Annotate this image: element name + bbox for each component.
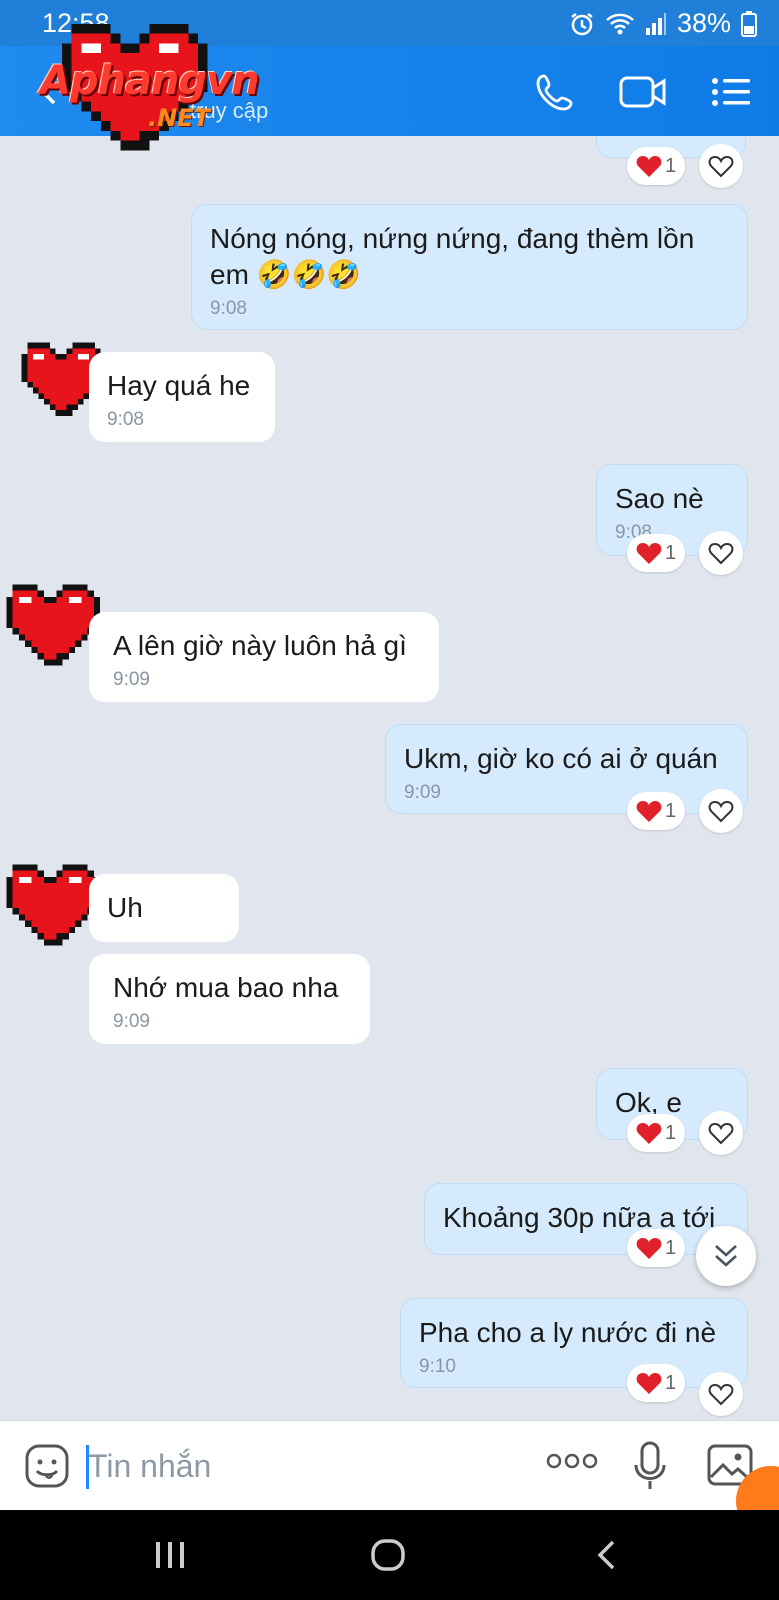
watermark-suffix: .NET	[148, 104, 210, 132]
message-text: A lên giờ này luôn hả gì	[113, 630, 407, 661]
reaction-count[interactable]: 1	[627, 792, 685, 830]
status-icons: 38%	[569, 8, 757, 39]
react-button[interactable]	[699, 1111, 743, 1155]
battery-percent: 38%	[676, 8, 731, 38]
contact-avatar[interactable]	[0, 584, 100, 672]
menu-button[interactable]	[707, 70, 755, 114]
message-composer	[0, 1420, 779, 1510]
video-camera-icon	[619, 76, 666, 108]
microphone-icon[interactable]	[632, 1441, 668, 1491]
react-button[interactable]	[699, 789, 743, 833]
reaction-count[interactable]: 1	[627, 147, 685, 185]
contact-avatar[interactable]	[0, 864, 100, 952]
heart-reaction-icon	[636, 156, 662, 177]
message-bubble-outgoing[interactable]: Nóng nóng, nứng nứng, đang thèm lồn em 🤣…	[191, 204, 748, 330]
message-time: 9:09	[113, 669, 150, 690]
recent-apps-icon	[156, 1542, 184, 1568]
heart-reaction-icon	[636, 1123, 662, 1144]
heart-reaction-icon	[636, 543, 662, 564]
list-menu-icon	[712, 78, 750, 106]
heart-outline-icon	[708, 155, 734, 178]
message-text: Pha cho a ly nước đi nè	[419, 1317, 717, 1348]
system-nav-bar	[0, 1510, 779, 1600]
message-time: 9:08	[107, 409, 144, 430]
heart-reaction-icon	[636, 1238, 662, 1259]
message-text: Sao nè	[615, 483, 704, 514]
home-button[interactable]	[358, 1532, 418, 1578]
message-bubble-incoming[interactable]: Hay quá he 9:08	[89, 352, 275, 442]
reaction-count[interactable]: 1	[627, 534, 685, 572]
reaction-count[interactable]: 1	[627, 1229, 685, 1267]
reaction-count[interactable]: 1	[627, 1114, 685, 1152]
voice-call-button[interactable]	[531, 70, 579, 114]
signal-icon	[645, 12, 666, 35]
message-time: 9:09	[113, 1011, 150, 1032]
double-chevron-down-icon	[715, 1245, 737, 1267]
scroll-to-bottom-button[interactable]	[696, 1226, 756, 1286]
recent-apps-button[interactable]	[140, 1532, 200, 1578]
heart-outline-icon	[708, 542, 734, 565]
message-bubble-incoming[interactable]: Uh	[89, 874, 239, 942]
sticker-emoji-icon[interactable]	[24, 1443, 70, 1489]
message-text: Uh	[107, 892, 143, 923]
react-button[interactable]	[699, 1372, 743, 1416]
alarm-icon	[571, 12, 593, 35]
react-button[interactable]	[699, 531, 743, 575]
watermark-text: Aphangvn	[40, 58, 260, 104]
heart-reaction-icon	[636, 1373, 662, 1394]
video-call-button[interactable]	[619, 70, 667, 114]
react-button[interactable]	[699, 144, 743, 188]
heart-outline-icon	[708, 1383, 734, 1406]
message-text: Nhớ mua bao nha	[113, 972, 339, 1003]
message-list[interactable]: 1 Nóng nóng, nứng nứng, đang thèm lồn em…	[0, 136, 779, 1420]
battery-icon	[741, 10, 757, 37]
back-chevron-icon	[597, 1540, 615, 1570]
message-bubble-outgoing[interactable]: Ukm, giờ ko có ai ở quán 9:09	[385, 724, 748, 814]
heart-outline-icon	[708, 800, 734, 823]
home-icon	[371, 1539, 405, 1571]
message-text: Ukm, giờ ko có ai ở quán	[404, 743, 718, 774]
more-options-icon[interactable]	[546, 1451, 598, 1471]
message-text: Nóng nóng, nứng nứng, đang thèm lồn em 🤣…	[210, 223, 695, 290]
message-text: Khoảng 30p nữa a tới	[443, 1202, 716, 1233]
heart-outline-icon	[708, 1122, 734, 1145]
heart-reaction-icon	[636, 801, 662, 822]
reaction-count[interactable]: 1	[627, 1364, 685, 1402]
message-bubble-incoming[interactable]: Nhớ mua bao nha 9:09	[89, 954, 370, 1044]
message-text: Hay quá he	[107, 370, 251, 401]
back-button[interactable]	[576, 1532, 636, 1578]
message-bubble-incoming[interactable]: A lên giờ này luôn hả gì 9:09	[89, 612, 439, 702]
message-input[interactable]	[88, 1441, 508, 1491]
message-time: 9:08	[210, 298, 247, 319]
message-bubble-outgoing[interactable]: Pha cho a ly nước đi nè 9:10	[400, 1298, 748, 1388]
phone-icon	[536, 74, 573, 111]
wifi-icon	[606, 13, 634, 34]
